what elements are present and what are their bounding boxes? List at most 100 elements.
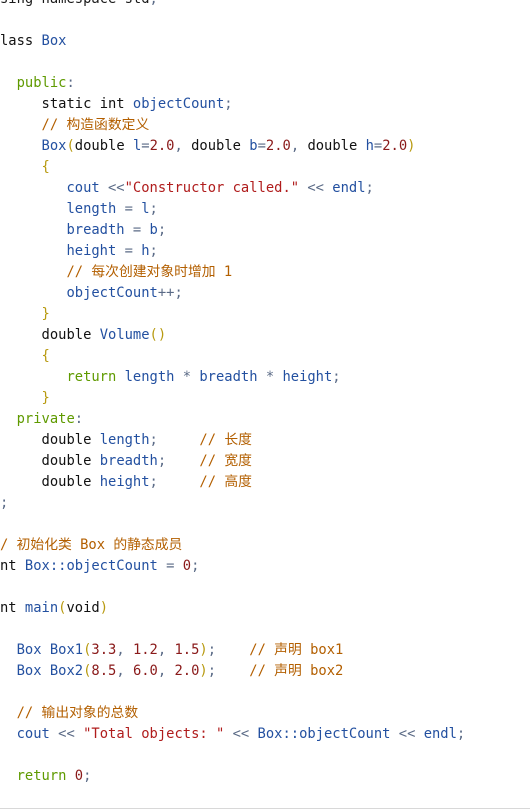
code-token: ( [66,138,75,154]
code-token: // 输出对象的总数 [16,705,139,721]
code-token: << [224,726,258,742]
code-line: length = l; [0,199,465,220]
code-token: // 高度 [199,474,252,490]
code-line: } [0,304,465,325]
code-token: l [141,201,150,217]
code-token: = [116,243,142,259]
code-line: static int objectCount; [0,94,465,115]
code-token: : [66,75,75,91]
code-token: = [157,558,183,574]
code-line: ; [0,493,465,514]
code-token: << [49,726,84,742]
code-token: lass [0,33,42,49]
code-token: Box::objectCount [24,558,158,574]
code-token: height [99,474,150,490]
code-token: = [257,138,266,154]
code-token: h [365,138,374,154]
code-token: // 构造函数定义 [41,117,150,133]
code-line: breadth = b; [0,220,465,241]
code-token: : [74,411,84,427]
code-token: ; [224,96,233,112]
code-token: ; [332,369,341,385]
code-token: ; [83,768,92,784]
code-token: "Total objects: " [83,726,225,742]
code-token: Volume [99,327,150,343]
code-token: ) [99,600,109,616]
code-token: ; [456,726,466,742]
code-token: << [390,726,424,742]
code-block: sing namespace std; lass Box public: sta… [0,0,465,787]
code-token: { [41,159,50,175]
code-token: height [282,369,333,385]
code-token: << [108,180,125,196]
code-line: return length * breadth * height; [0,367,465,388]
code-token: , [116,663,133,679]
code-token: Box Box1 [16,642,84,658]
code-token: 2.0 [174,663,200,679]
code-token: void [66,600,100,616]
divider [0,808,530,809]
code-token: length [99,432,150,448]
code-token: return [66,369,125,385]
code-token: ; [150,0,158,7]
code-token: , [290,138,308,154]
code-line: height = h; [0,241,465,262]
code-token: nt [0,600,25,616]
code-token: 6.0 [132,663,158,679]
code-token: public [16,75,67,91]
code-line: nt Box::objectCount = 0; [0,556,465,577]
code-token: 2.0 [382,138,408,154]
code-token: h [141,243,150,259]
code-token: breadth [66,222,125,238]
code-token: { [41,348,50,364]
code-token: 0 [74,768,84,784]
code-token: () [149,327,167,343]
code-line: } [0,388,465,409]
code-token: 0 [182,558,192,574]
code-token: double [41,453,100,469]
code-token: static int [41,96,133,112]
code-line: { [0,346,465,367]
code-line: sing namespace std; [0,0,465,10]
code-token: // 宽度 [199,453,252,469]
code-token: objectCount [132,96,225,112]
code-token: ; [207,642,217,658]
code-line: / 初始化类 Box 的静态成员 [0,535,465,556]
code-token: 1.2 [132,642,158,658]
code-line: private: [0,409,465,430]
code-line: // 构造函数定义 [0,115,465,136]
code-token: // 每次创建对象时增加 1 [66,264,233,280]
code-token: // 声明 box2 [249,663,344,679]
code-token: , [157,663,175,679]
code-token: "Constructor called." [124,180,300,196]
code-token: ) [199,663,208,679]
code-token: } [41,390,50,406]
code-token: * [257,369,283,385]
code-token: double [74,138,133,154]
code-token: } [41,306,50,322]
code-line: double Volume() [0,325,465,346]
code-line: lass Box [0,31,465,52]
code-token: double [41,327,100,343]
code-token: private [16,411,75,427]
code-token: ; [157,453,167,469]
